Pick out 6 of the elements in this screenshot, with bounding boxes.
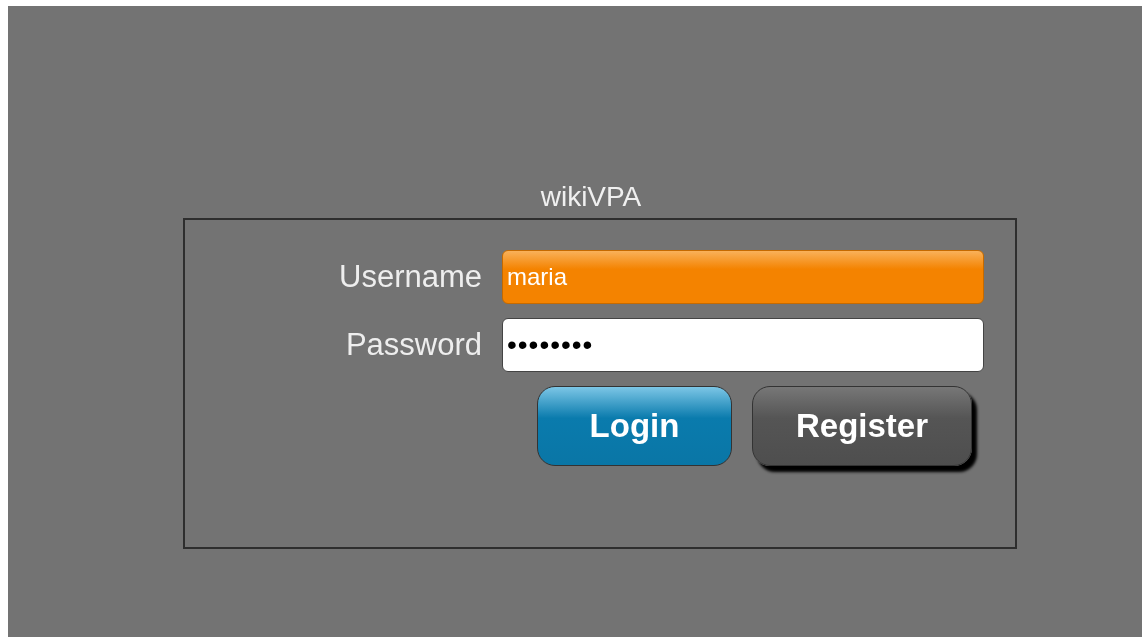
login-button[interactable]: Login	[537, 386, 732, 466]
field-label: Username	[338, 257, 482, 296]
password-field[interactable]: ••••••••	[502, 318, 984, 372]
field-label: Password	[344, 325, 482, 364]
register-button[interactable]: Register	[752, 386, 972, 466]
app-title: wikiVPA	[539, 180, 643, 214]
